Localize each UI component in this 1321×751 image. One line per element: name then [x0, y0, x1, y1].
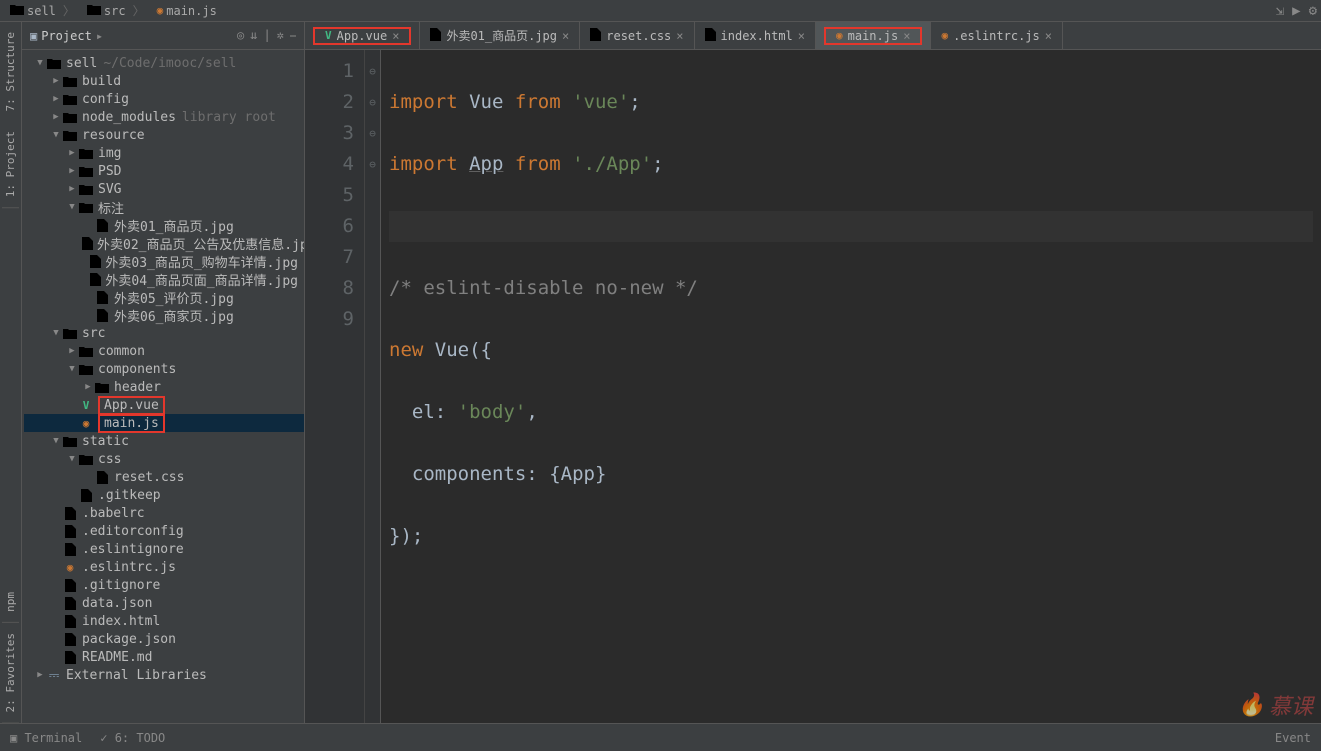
tree-item[interactable]: ▼resource — [24, 126, 304, 144]
line-gutter: 123456789 — [305, 50, 365, 723]
rail-favorites[interactable]: 2: Favorites — [2, 623, 19, 723]
gear-icon[interactable]: ✲ — [277, 28, 284, 43]
tree-item[interactable]: 外卖02_商品页_公告及优惠信息.jpg — [24, 234, 304, 252]
tree-item[interactable]: ▼css — [24, 450, 304, 468]
close-icon[interactable]: × — [903, 29, 910, 43]
tree-item[interactable]: ▼sell~/Code/imooc/sell — [24, 54, 304, 72]
tree-item[interactable]: 外卖01_商品页.jpg — [24, 216, 304, 234]
left-rail: 7: Structure 1: Project npm 2: Favorites — [0, 22, 22, 723]
run-icon[interactable]: ▶ — [1292, 3, 1300, 19]
tree-item[interactable]: 外卖04_商品页面_商品详情.jpg — [24, 270, 304, 288]
editor-area: VApp.vue×外卖01_商品页.jpg×reset.css×index.ht… — [305, 22, 1321, 723]
tree-item[interactable]: ▶SVG — [24, 180, 304, 198]
collapse-all-icon[interactable]: ⇊ — [250, 28, 257, 43]
hide-icon[interactable]: ⎯ — [290, 28, 296, 43]
editor-tab[interactable]: VApp.vue× — [305, 22, 420, 49]
tree-item[interactable]: ◉.eslintrc.js — [24, 558, 304, 576]
project-sidebar: ▣ Project ▸ ◎ ⇊ | ✲ ⎯ ▼sell~/Code/imooc/… — [22, 22, 305, 723]
tree-item[interactable]: .gitkeep — [24, 486, 304, 504]
sidebar-title: Project — [41, 29, 92, 43]
editor-tab[interactable]: reset.css× — [580, 22, 694, 49]
tree-item[interactable]: ▼src — [24, 324, 304, 342]
event-log[interactable]: Event — [1275, 731, 1311, 745]
breadcrumb-item[interactable]: src〉 — [81, 1, 151, 21]
tree-item[interactable]: .editorconfig — [24, 522, 304, 540]
breadcrumb-bar: sell〉src〉◉main.js ⇲ ▶ ⚙ — [0, 0, 1321, 22]
tree-item[interactable]: .gitignore — [24, 576, 304, 594]
tree-item[interactable]: index.html — [24, 612, 304, 630]
tree-item[interactable]: .babelrc — [24, 504, 304, 522]
tree-item[interactable]: data.json — [24, 594, 304, 612]
tree-item[interactable]: .eslintignore — [24, 540, 304, 558]
editor-tab[interactable]: index.html× — [695, 22, 816, 49]
divider-icon: | — [264, 28, 271, 43]
close-icon[interactable]: × — [798, 29, 805, 43]
rail-structure[interactable]: 7: Structure — [2, 22, 19, 121]
breadcrumb-item[interactable]: sell〉 — [4, 1, 81, 21]
close-icon[interactable]: × — [1045, 29, 1052, 43]
close-icon[interactable]: × — [676, 29, 683, 43]
editor-tab[interactable]: 外卖01_商品页.jpg× — [420, 22, 580, 49]
tree-item[interactable]: ▶PSD — [24, 162, 304, 180]
terminal-button[interactable]: ▣ Terminal — [10, 731, 82, 745]
code-editor[interactable]: import Vue from 'vue'; import App from '… — [381, 50, 1321, 723]
tree-item[interactable]: ▶config — [24, 90, 304, 108]
project-tree[interactable]: ▼sell~/Code/imooc/sell▶build▶config▶node… — [22, 50, 304, 723]
tree-item[interactable]: ◉main.js — [24, 414, 304, 432]
target-icon[interactable]: ◎ — [237, 28, 244, 43]
editor-tabs: VApp.vue×外卖01_商品页.jpg×reset.css×index.ht… — [305, 22, 1321, 50]
breadcrumb: sell〉src〉◉main.js — [4, 1, 223, 21]
tree-item[interactable]: VApp.vue — [24, 396, 304, 414]
todo-button[interactable]: ✓ 6: TODO — [100, 731, 165, 745]
tree-item[interactable]: ▼static — [24, 432, 304, 450]
tree-item[interactable]: ▶⎓External Libraries — [24, 666, 304, 684]
tree-item[interactable]: reset.css — [24, 468, 304, 486]
tree-item[interactable]: README.md — [24, 648, 304, 666]
tree-item[interactable]: ▶header — [24, 378, 304, 396]
tree-item[interactable]: ▶common — [24, 342, 304, 360]
rail-npm[interactable]: npm — [2, 582, 19, 623]
breadcrumb-item[interactable]: ◉main.js — [151, 1, 223, 21]
status-bar: ▣ Terminal ✓ 6: TODO Event — [0, 723, 1321, 751]
rail-project[interactable]: 1: Project — [2, 121, 19, 208]
tree-item[interactable]: ▼components — [24, 360, 304, 378]
tree-item[interactable]: ▶build — [24, 72, 304, 90]
editor-tab[interactable]: ◉.eslintrc.js× — [931, 22, 1063, 49]
project-icon: ▣ — [30, 29, 37, 43]
editor-tab[interactable]: ◉main.js× — [816, 22, 931, 49]
tree-item[interactable]: 外卖03_商品页_购物车详情.jpg — [24, 252, 304, 270]
debug-icon[interactable]: ⚙ — [1309, 3, 1317, 19]
tree-item[interactable]: ▶node_moduleslibrary root — [24, 108, 304, 126]
tree-item[interactable]: ▶img — [24, 144, 304, 162]
tree-item[interactable]: 外卖05_评价页.jpg — [24, 288, 304, 306]
close-icon[interactable]: × — [562, 29, 569, 43]
fold-column: ⊖⊖⊖⊖ — [365, 50, 381, 723]
tree-item[interactable]: 外卖06_商家页.jpg — [24, 306, 304, 324]
collapse-icon[interactable]: ⇲ — [1276, 3, 1284, 19]
tree-item[interactable]: package.json — [24, 630, 304, 648]
close-icon[interactable]: × — [392, 29, 399, 43]
chevron-right-icon[interactable]: ▸ — [96, 29, 103, 43]
watermark: 🔥慕课 — [1238, 689, 1313, 721]
tree-item[interactable]: ▼标注 — [24, 198, 304, 216]
